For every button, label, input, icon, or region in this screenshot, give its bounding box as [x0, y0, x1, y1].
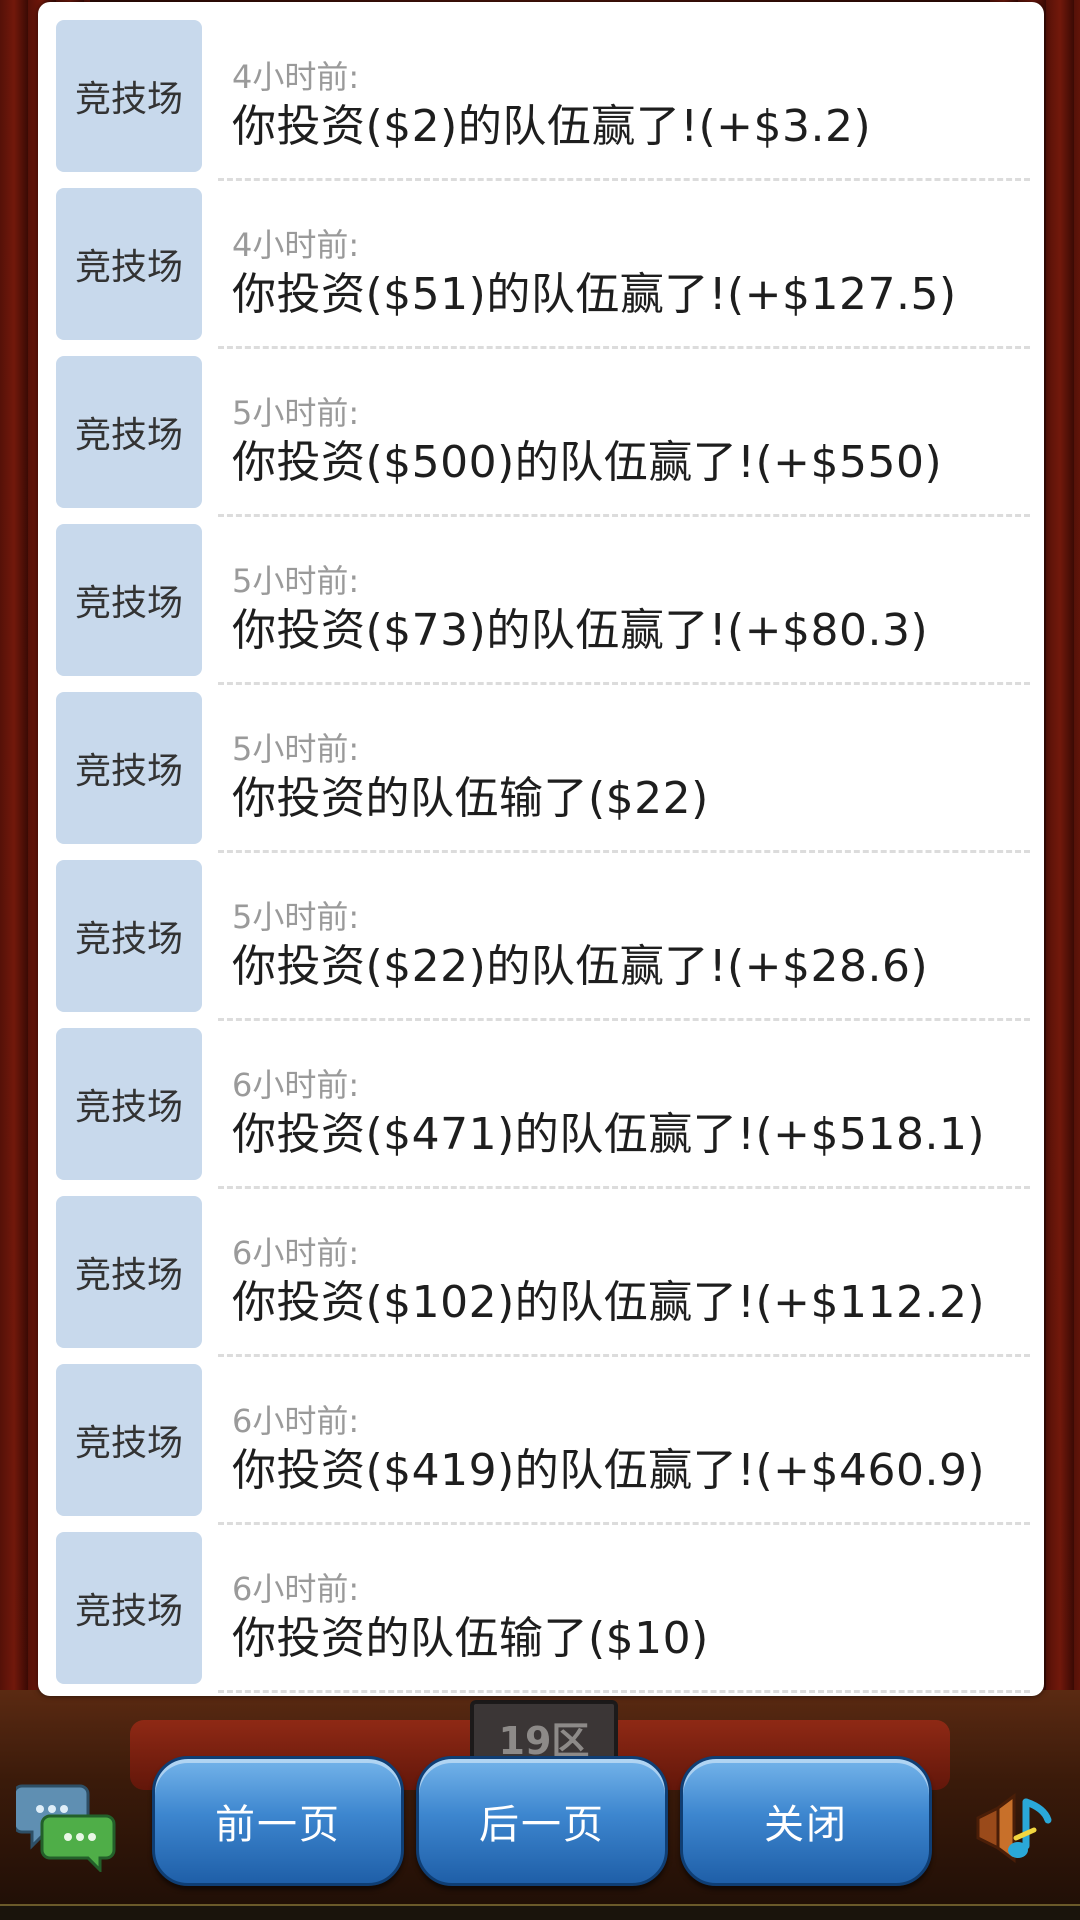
log-entry: 竞技场 5小时前: 你投资($22)的队伍赢了!(+$28.6) [38, 856, 1044, 1024]
entry-divider [218, 1186, 1030, 1189]
next-page-button[interactable]: 后一页 [416, 1756, 668, 1886]
log-entry: 竞技场 4小时前: 你投资($51)的队伍赢了!(+$127.5) [38, 184, 1044, 352]
log-entry: 竞技场 5小时前: 你投资($73)的队伍赢了!(+$80.3) [38, 520, 1044, 688]
floor-strip [0, 1904, 1080, 1920]
log-entry: 竞技场 6小时前: 你投资($471)的队伍赢了!(+$518.1) [38, 1024, 1044, 1192]
arena-tag: 竞技场 [56, 1028, 202, 1180]
arena-tag: 竞技场 [56, 1532, 202, 1684]
entry-divider [218, 346, 1030, 349]
entry-message: 你投资的队伍输了($10) [232, 1613, 709, 1664]
arena-tag: 竞技场 [56, 20, 202, 172]
chat-bubbles-icon[interactable] [16, 1772, 116, 1872]
entry-message: 你投资($419)的队伍赢了!(+$460.9) [232, 1445, 986, 1496]
previous-page-button[interactable]: 前一页 [152, 1756, 404, 1886]
entry-divider [218, 178, 1030, 181]
log-list: 竞技场 4小时前: 你投资($2)的队伍赢了!(+$3.2) 竞技场 4小时前:… [38, 16, 1044, 1696]
entry-divider [218, 514, 1030, 517]
entry-message: 你投资($471)的队伍赢了!(+$518.1) [232, 1109, 986, 1160]
investment-log-dialog: 竞技场 4小时前: 你投资($2)的队伍赢了!(+$3.2) 竞技场 4小时前:… [38, 2, 1044, 1696]
entry-message: 你投资($500)的队伍赢了!(+$550) [232, 437, 943, 488]
entry-message: 你投资($102)的队伍赢了!(+$112.2) [232, 1277, 986, 1328]
entry-divider [218, 1690, 1030, 1693]
log-entry: 竞技场 4小时前: 你投资($2)的队伍赢了!(+$3.2) [38, 16, 1044, 184]
entry-divider [218, 850, 1030, 853]
entry-message: 你投资($51)的队伍赢了!(+$127.5) [232, 269, 957, 320]
entry-message: 你投资($22)的队伍赢了!(+$28.6) [232, 941, 929, 992]
arena-tag: 竞技场 [56, 524, 202, 676]
arena-tag: 竞技场 [56, 356, 202, 508]
entry-divider [218, 1354, 1030, 1357]
arena-tag: 竞技场 [56, 692, 202, 844]
log-entry: 竞技场 5小时前: 你投资($500)的队伍赢了!(+$550) [38, 352, 1044, 520]
log-entry: 竞技场 5小时前: 你投资的队伍输了($22) [38, 688, 1044, 856]
arena-tag: 竞技场 [56, 1196, 202, 1348]
arena-tag: 竞技场 [56, 860, 202, 1012]
arena-tag: 竞技场 [56, 188, 202, 340]
log-entry: 竞技场 6小时前: 你投资的队伍输了($10) [38, 1528, 1044, 1696]
entry-message: 你投资($2)的队伍赢了!(+$3.2) [232, 101, 872, 152]
entry-divider [218, 1522, 1030, 1525]
log-entry: 竞技场 6小时前: 你投资($419)的队伍赢了!(+$460.9) [38, 1360, 1044, 1528]
entry-message: 你投资的队伍输了($22) [232, 773, 709, 824]
log-entry: 竞技场 6小时前: 你投资($102)的队伍赢了!(+$112.2) [38, 1192, 1044, 1360]
entry-message: 你投资($73)的队伍赢了!(+$80.3) [232, 605, 929, 656]
entry-divider [218, 1018, 1030, 1021]
close-button[interactable]: 关闭 [680, 1756, 932, 1886]
entry-divider [218, 682, 1030, 685]
music-note-icon[interactable] [968, 1778, 1068, 1878]
arena-tag: 竞技场 [56, 1364, 202, 1516]
